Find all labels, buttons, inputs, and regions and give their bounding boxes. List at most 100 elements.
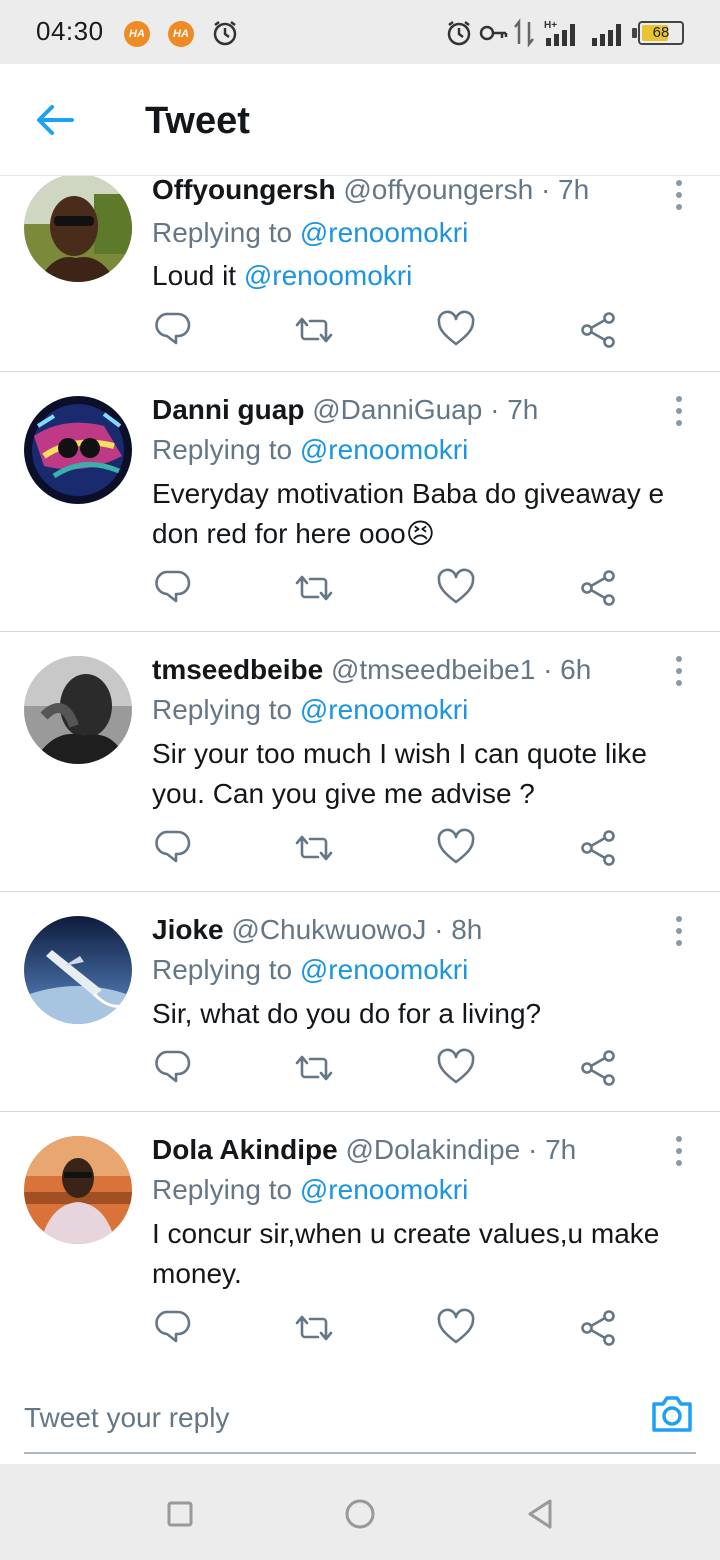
avatar[interactable] [24, 656, 132, 764]
replying-mention-link[interactable]: @renoomokri [300, 1174, 468, 1205]
tweet-header: tmseedbeibe @tmseedbeibe1 · 6h [152, 654, 591, 686]
separator-dot: · [490, 394, 500, 425]
alarm-icon [213, 21, 237, 46]
home-circle-icon [345, 1499, 375, 1529]
share-button[interactable] [576, 1046, 620, 1090]
author-name[interactable]: Offyoungersh [152, 176, 336, 205]
like-button[interactable] [434, 1046, 478, 1090]
author-handle[interactable]: @DanniGuap [312, 394, 482, 425]
retweet-button[interactable] [292, 826, 336, 870]
avatar-image [24, 396, 132, 504]
tweet-item[interactable]: Offyoungersh @offyoungersh · 7h Replying… [0, 176, 720, 372]
more-options-button[interactable] [664, 652, 694, 692]
page-title: Tweet [145, 100, 250, 142]
retweet-button[interactable] [292, 566, 336, 610]
notification-badge-icon: HA [168, 21, 194, 47]
battery-level: 68 [652, 24, 670, 41]
camera-button[interactable] [648, 1390, 696, 1438]
reply-input[interactable] [24, 1392, 624, 1444]
avatar[interactable] [24, 1136, 132, 1244]
replying-mention-link[interactable]: @renoomokri [300, 434, 468, 465]
author-handle[interactable]: @Dolakindipe [345, 1134, 520, 1165]
author-name[interactable]: Jioke [152, 914, 224, 945]
tweet-item[interactable]: tmseedbeibe @tmseedbeibe1 · 6h Replying … [0, 632, 720, 892]
replying-mention-link[interactable]: @renoomokri [300, 954, 468, 985]
like-button[interactable] [434, 566, 478, 610]
status-time: 04:30 [36, 16, 104, 46]
avatar[interactable] [24, 396, 132, 504]
author-name[interactable]: tmseedbeibe [152, 654, 323, 685]
replying-to: Replying to @renoomokri [152, 1174, 468, 1206]
like-button[interactable] [434, 826, 478, 870]
replying-to: Replying to @renoomokri [152, 434, 468, 466]
home-button[interactable] [340, 1494, 380, 1534]
tweet-time: 6h [560, 654, 592, 685]
more-options-button[interactable] [664, 392, 694, 432]
tweet-text-body: Loud it [152, 260, 244, 291]
more-dot [676, 1136, 682, 1142]
tweet-time: 7h [545, 1134, 577, 1165]
tweet-item[interactable]: Danni guap @DanniGuap · 7h Replying to @… [0, 372, 720, 632]
like-button[interactable] [434, 1306, 478, 1350]
tweet-actions [152, 566, 632, 610]
avatar[interactable] [24, 916, 132, 1024]
more-dot [676, 396, 682, 402]
replying-prefix: Replying to [152, 217, 293, 248]
system-back-button[interactable] [520, 1494, 560, 1534]
more-dot [676, 1148, 682, 1154]
system-nav-bar [0, 1464, 720, 1560]
retweet-icon [295, 317, 333, 343]
tweet-item[interactable]: Jioke @ChukwuowoJ · 8h Replying to @reno… [0, 892, 720, 1112]
share-button[interactable] [576, 826, 620, 870]
replying-mention-link[interactable]: @renoomokri [300, 694, 468, 725]
tweet-time: 7h [558, 176, 590, 205]
tweet-actions [152, 1046, 632, 1090]
more-dot [676, 192, 682, 198]
replying-mention-link[interactable]: @renoomokri [300, 217, 468, 248]
reply-feed[interactable]: Offyoungersh @offyoungersh · 7h Replying… [0, 176, 720, 1362]
tweet-header: Jioke @ChukwuowoJ · 8h [152, 914, 482, 946]
more-dot [676, 1160, 682, 1166]
retweet-button[interactable] [292, 1046, 336, 1090]
reply-composer [0, 1362, 720, 1464]
author-handle[interactable]: @tmseedbeibe1 [331, 654, 535, 685]
data-transfer-icon [514, 18, 534, 48]
more-dot [676, 420, 682, 426]
reply-icon [155, 570, 191, 603]
tweet-item[interactable]: Dola Akindipe @Dolakindipe · 7h Replying… [0, 1112, 720, 1362]
tweet-actions [152, 308, 632, 352]
avatar[interactable] [24, 176, 132, 282]
more-options-button[interactable] [664, 1132, 694, 1172]
reply-button[interactable] [152, 826, 196, 870]
battery-nub [632, 28, 637, 38]
more-options-button[interactable] [664, 176, 694, 216]
reply-button[interactable] [152, 308, 196, 352]
retweet-button[interactable] [292, 1306, 336, 1350]
more-options-button[interactable] [664, 912, 694, 952]
author-handle[interactable]: @offyoungersh [343, 176, 533, 205]
more-dot [676, 940, 682, 946]
replying-to: Replying to @renoomokri [152, 954, 468, 986]
share-button[interactable] [576, 566, 620, 610]
author-name[interactable]: Dola Akindipe [152, 1134, 338, 1165]
share-button[interactable] [576, 1306, 620, 1350]
author-name[interactable]: Danni guap [152, 394, 304, 425]
persevering-face-emoji-icon: 😣 [405, 518, 435, 549]
recents-button[interactable] [160, 1494, 200, 1534]
replying-to: Replying to @renoomokri [152, 217, 468, 249]
tweet-mention-link[interactable]: @renoomokri [244, 260, 412, 291]
like-icon [437, 1308, 475, 1344]
reply-button[interactable] [152, 1306, 196, 1350]
share-button[interactable] [576, 308, 620, 352]
signal-bars-icon [592, 24, 621, 46]
signal-h-plus-icon: H+ [544, 20, 575, 46]
reply-button[interactable] [152, 1046, 196, 1090]
like-button[interactable] [434, 308, 478, 352]
status-bar: 04:30 HA HA H+ 68 [0, 0, 720, 64]
back-button[interactable] [28, 98, 84, 142]
reply-icon [155, 312, 191, 345]
reply-button[interactable] [152, 566, 196, 610]
retweet-button[interactable] [292, 308, 336, 352]
more-dot [676, 408, 682, 414]
author-handle[interactable]: @ChukwuowoJ [231, 914, 426, 945]
